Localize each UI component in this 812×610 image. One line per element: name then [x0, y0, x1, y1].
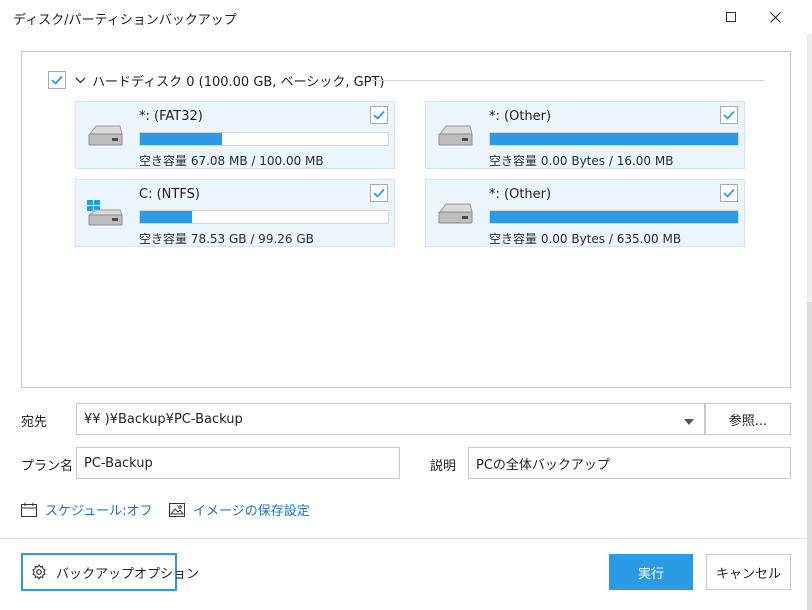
- free-space-text: 空き容量 0.00 Bytes / 635.00 MB: [489, 232, 682, 246]
- check-icon: [373, 188, 385, 198]
- partition-checkbox[interactable]: [720, 106, 738, 124]
- backup-options-button[interactable]: バックアップオプション: [21, 553, 199, 591]
- browse-button[interactable]: 参照...: [705, 403, 791, 435]
- title-bar: ディスク/パーティションバックアップ: [0, 0, 812, 34]
- check-icon: [51, 75, 63, 85]
- plan-name-input[interactable]: PC-Backup: [76, 447, 400, 479]
- maximize-button[interactable]: [708, 0, 754, 34]
- usage-bar: [489, 210, 739, 224]
- disk-header: ハードディスク 0 (100.00 GB, ベーシック, GPT): [48, 69, 385, 91]
- schedule-link-text: スケジュール:オフ: [45, 504, 153, 519]
- plan-name-label: プラン名: [21, 459, 74, 474]
- usage-bar: [489, 132, 739, 146]
- partition-name: *: (Other): [489, 109, 552, 124]
- run-button[interactable]: 実行: [609, 554, 693, 590]
- windows-drive-icon: [86, 200, 124, 228]
- partition-checkbox[interactable]: [370, 184, 388, 202]
- chevron-down-icon[interactable]: [75, 77, 86, 84]
- partition-checkbox[interactable]: [370, 106, 388, 124]
- usage-bar: [139, 210, 389, 224]
- drive-icon: [86, 122, 124, 150]
- partition-card[interactable]: *: (FAT32) 空き容量 67.08 MB / 100.00 MB: [75, 101, 395, 169]
- usage-bar: [139, 132, 389, 146]
- destination-value: ¥¥ )¥Backup¥PC-Backup: [84, 411, 243, 427]
- check-icon: [723, 110, 735, 120]
- partition-checkbox[interactable]: [720, 184, 738, 202]
- drive-icon: [436, 122, 474, 150]
- schedule-link[interactable]: スケジュール:オフ: [21, 500, 152, 519]
- usage-bar-fill: [140, 211, 193, 223]
- free-space-text: 空き容量 0.00 Bytes / 16.00 MB: [489, 154, 674, 168]
- close-button[interactable]: [752, 0, 798, 34]
- image-settings-link[interactable]: イメージの保存設定: [169, 500, 310, 519]
- free-space-text: 空き容量 78.53 GB / 99.26 GB: [139, 232, 314, 246]
- partition-name: C: (NTFS): [139, 187, 200, 202]
- partition-card[interactable]: *: (Other) 空き容量 0.00 Bytes / 16.00 MB: [425, 101, 745, 169]
- calendar-icon: [21, 502, 37, 517]
- destination-label: 宛先: [21, 415, 48, 430]
- description-label: 説明: [430, 459, 457, 474]
- cancel-button[interactable]: キャンセル: [706, 554, 791, 590]
- drive-icon: [436, 200, 474, 228]
- partition-card[interactable]: *: (Other) 空き容量 0.00 Bytes / 635.00 MB: [425, 179, 745, 247]
- disk-checkbox[interactable]: [48, 71, 66, 89]
- plan-name-value: PC-Backup: [84, 455, 153, 471]
- usage-bar-fill: [140, 133, 222, 145]
- backup-options-label: バックアップオプション: [56, 566, 200, 582]
- image-icon: [169, 502, 185, 517]
- free-space-text: 空き容量 67.08 MB / 100.00 MB: [139, 154, 324, 168]
- usage-bar-fill: [490, 133, 738, 145]
- partition-card[interactable]: C: (NTFS) 空き容量 78.53 GB / 99.26 GB: [75, 179, 395, 247]
- destination-select[interactable]: ¥¥ )¥Backup¥PC-Backup: [76, 403, 705, 435]
- usage-bar-fill: [490, 211, 738, 223]
- check-icon: [373, 110, 385, 120]
- image-settings-link-text: イメージの保存設定: [193, 504, 310, 519]
- gear-icon: [31, 564, 47, 580]
- scrollbar-track[interactable]: [807, 34, 812, 302]
- window-title: ディスク/パーティションバックアップ: [13, 13, 237, 28]
- description-input[interactable]: PCの全体バックアップ: [468, 447, 791, 479]
- divider: [0, 538, 807, 539]
- maximize-icon: [726, 12, 736, 22]
- close-icon: [769, 11, 781, 23]
- partition-name: *: (Other): [489, 187, 552, 202]
- divider: [372, 80, 764, 81]
- partition-name: *: (FAT32): [139, 109, 203, 124]
- dropdown-arrow-icon[interactable]: [684, 414, 694, 429]
- description-value: PCの全体バックアップ: [476, 457, 610, 473]
- disk-label: ハードディスク 0 (100.00 GB, ベーシック, GPT): [92, 74, 385, 90]
- check-icon: [723, 188, 735, 198]
